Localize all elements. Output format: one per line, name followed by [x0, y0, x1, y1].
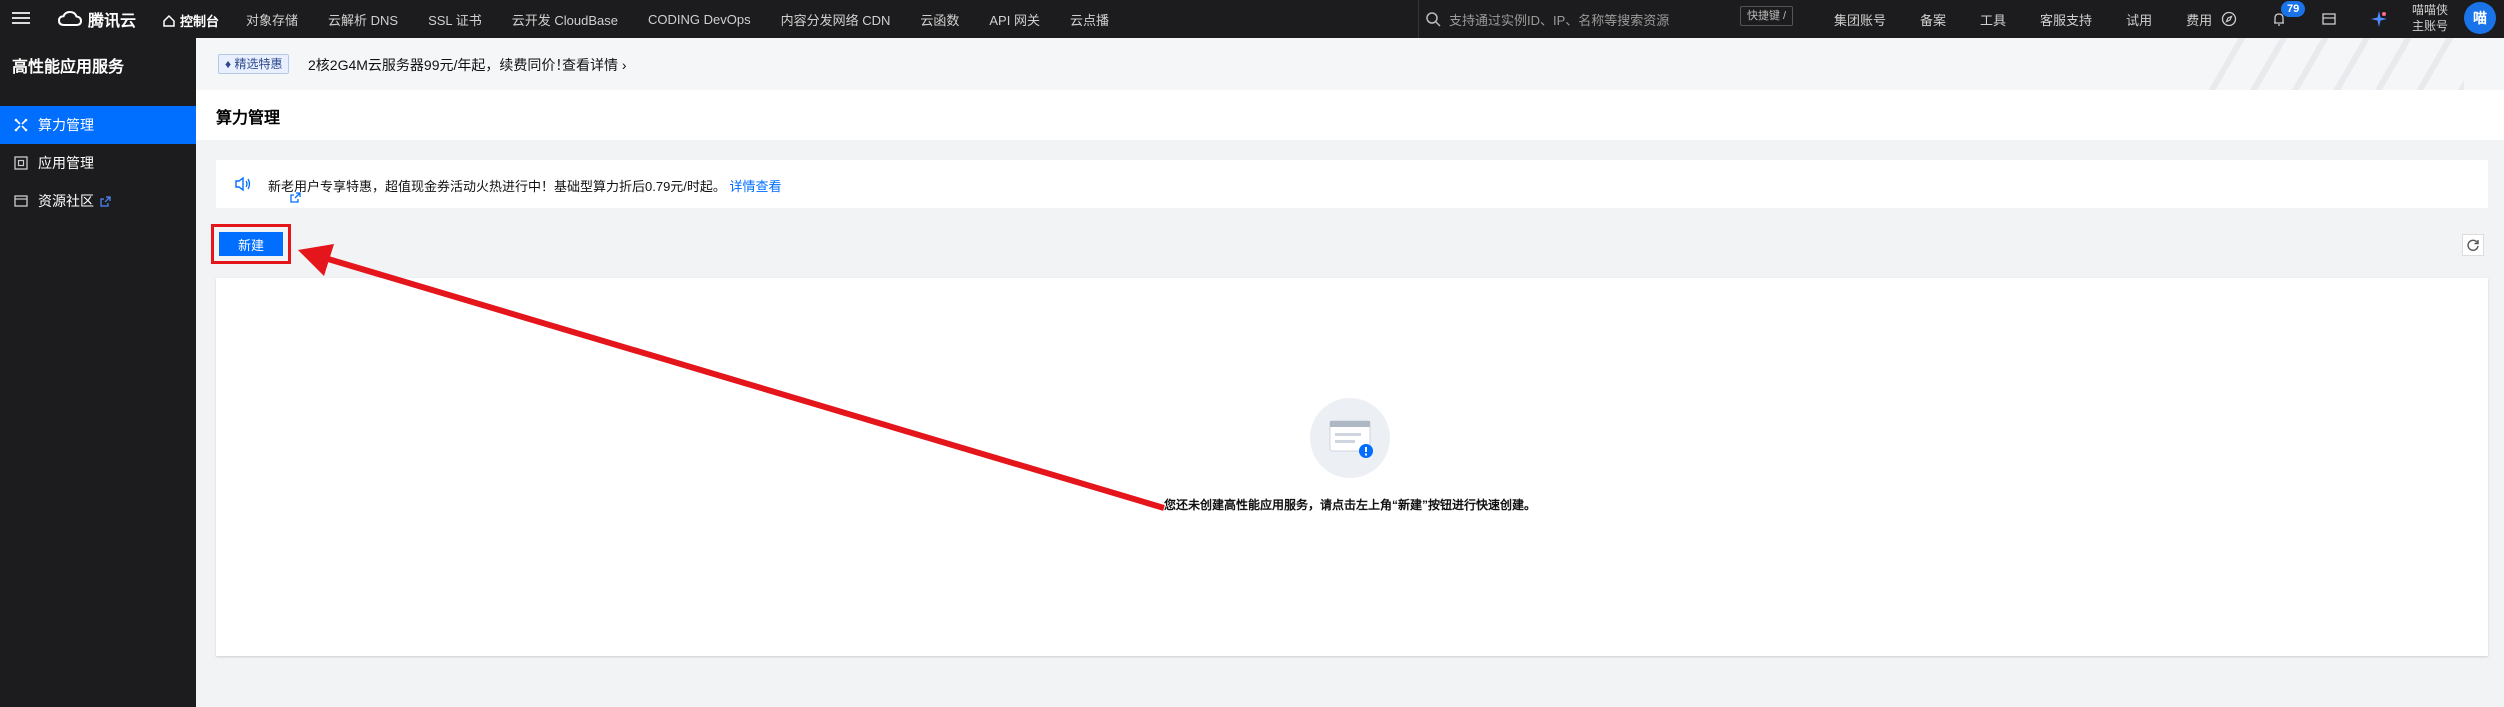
sidebar-item-label: 算力管理	[38, 117, 94, 133]
empty-state-icon	[1310, 398, 1390, 478]
sidebar-item-compute[interactable]: 算力管理	[0, 106, 196, 144]
search-placeholder: 支持通过实例ID、IP、名称等搜索资源	[1449, 12, 1670, 28]
notification-badge: 79	[2281, 1, 2306, 17]
promo-decoration	[2204, 38, 2464, 90]
nav-billing[interactable]: 费用	[2186, 10, 2212, 29]
user-info[interactable]: 喵喵侠 主账号	[2412, 2, 2448, 34]
highlight-box: 新建	[211, 224, 291, 264]
sidebar-item-community[interactable]: 资源社区	[0, 182, 196, 220]
external-link-icon	[100, 195, 111, 207]
nav-item-cdn[interactable]: 内容分发网络 CDN	[781, 10, 891, 29]
ai-assistant-icon[interactable]	[2368, 8, 2390, 30]
compute-icon	[14, 118, 28, 132]
nav-item-dns[interactable]: 云解析 DNS	[328, 10, 398, 29]
user-role: 主账号	[2412, 19, 2449, 33]
sidebar: 高性能应用服务 算力管理 应用管理 资源社区	[0, 38, 196, 707]
notice-link[interactable]: 详情查看	[730, 179, 782, 194]
console-label: 控制台	[180, 14, 220, 29]
promo-link[interactable]: 查看详情 ›	[562, 55, 627, 75]
refresh-icon	[2467, 239, 2479, 251]
nav-item-coding[interactable]: CODING DevOps	[648, 12, 751, 27]
sidebar-title: 高性能应用服务	[12, 59, 125, 76]
page-title: 算力管理	[216, 110, 281, 127]
app-icon	[14, 156, 28, 170]
nav-support[interactable]: 客服支持	[2040, 10, 2092, 29]
chevron-right-icon: ›	[621, 57, 627, 73]
promo-text: 2核2G4M云服务器99元/年起，续费同价！	[308, 57, 570, 73]
console-link[interactable]: 控制台	[162, 11, 219, 30]
product-nav: 对象存储 云解析 DNS SSL 证书 云开发 CloudBase CODING…	[246, 0, 1139, 38]
menu-icon[interactable]	[12, 9, 30, 29]
nav-item-scf[interactable]: 云函数	[920, 10, 959, 29]
logo-text: 腾讯云	[88, 13, 137, 30]
account-nav: 集团账号 备案 工具 客服支持 试用 费用	[1834, 0, 2246, 38]
content-card: 您还未创建高性能应用服务，请点击左上角“新建”按钮进行快速创建。	[216, 278, 2488, 656]
page-header: 算力管理	[196, 90, 2504, 140]
refresh-button[interactable]	[2462, 234, 2484, 256]
notice-text: 新老用户专享特惠，超值现金券活动火热进行中！基础型算力折后0.79元/时起。	[268, 179, 726, 194]
promo-banner: ♦ 精选特惠 2核2G4M云服务器99元/年起，续费同价！ 查看详情 › ✕	[196, 38, 2504, 90]
new-button[interactable]: 新建	[219, 232, 283, 256]
nav-item-cloudbase[interactable]: 云开发 CloudBase	[512, 10, 618, 29]
avatar[interactable]: 喵	[2464, 2, 2496, 34]
shortcut-hint: 快捷键 /	[1740, 6, 1794, 26]
sidebar-item-apps[interactable]: 应用管理	[0, 144, 196, 182]
nav-item-cos[interactable]: 对象存储	[246, 10, 298, 29]
cloud-logo-icon	[58, 10, 82, 26]
speaker-icon	[235, 176, 251, 192]
nav-filing[interactable]: 备案	[1920, 10, 1946, 29]
community-icon	[14, 195, 28, 207]
nav-item-ssl[interactable]: SSL 证书	[428, 10, 482, 29]
home-icon	[163, 14, 175, 27]
promo-link-label: 查看详情	[562, 57, 618, 73]
compass-icon[interactable]	[2218, 8, 2240, 30]
sidebar-item-label: 应用管理	[38, 155, 94, 171]
empty-state-text: 您还未创建高性能应用服务，请点击左上角“新建”按钮进行快速创建。	[1164, 498, 1537, 512]
notice-bar: 新老用户专享特惠，超值现金券活动火热进行中！基础型算力折后0.79元/时起。 详…	[216, 160, 2488, 208]
ticket-icon[interactable]	[2318, 8, 2340, 30]
external-link-icon	[290, 192, 301, 203]
tencent-cloud-logo[interactable]: 腾讯云	[58, 7, 136, 31]
sidebar-item-label: 资源社区	[38, 193, 94, 209]
nav-item-vod[interactable]: 云点播	[1070, 10, 1109, 29]
nav-item-api-gateway[interactable]: API 网关	[989, 10, 1040, 29]
notice-text-wrap: 新老用户专享特惠，超值现金券活动火热进行中！基础型算力折后0.79元/时起。 详…	[268, 176, 782, 203]
user-name: 喵喵侠	[2412, 3, 2449, 17]
search-icon	[1426, 12, 1441, 27]
nav-trial[interactable]: 试用	[2126, 10, 2152, 29]
nav-group-account[interactable]: 集团账号	[1834, 10, 1886, 29]
nav-tools[interactable]: 工具	[1980, 10, 2006, 29]
promo-tag: ♦ 精选特惠	[218, 54, 290, 74]
top-navigation-bar: 腾讯云 控制台 对象存储 云解析 DNS SSL 证书 云开发 CloudBas…	[0, 0, 2504, 38]
